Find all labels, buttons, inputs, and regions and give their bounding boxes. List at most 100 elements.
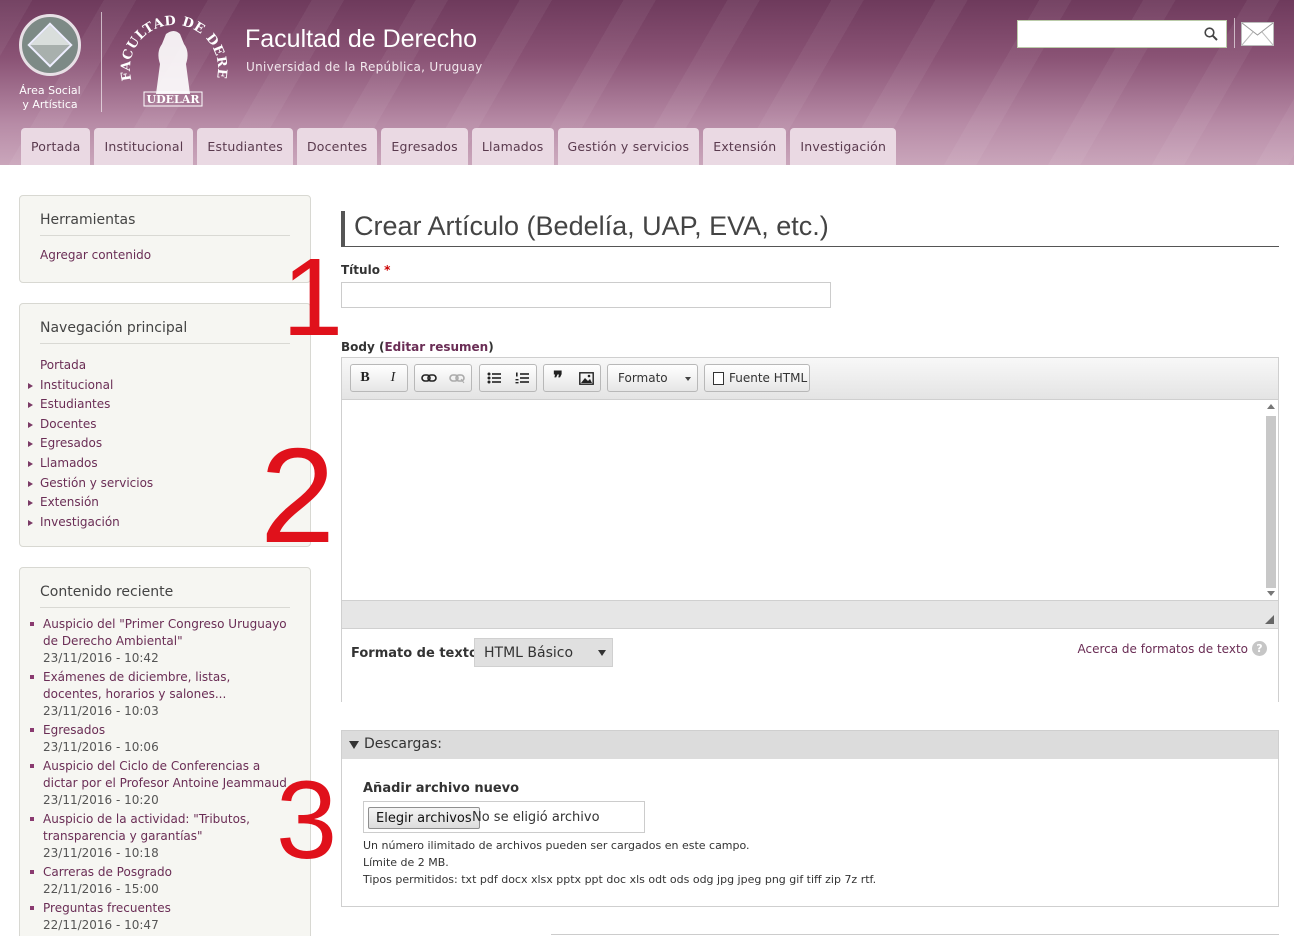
text-format-label: Formato de texto <box>351 646 478 661</box>
cube-logo-icon <box>19 14 81 76</box>
numbered-list-button[interactable] <box>508 365 536 391</box>
help-icon[interactable]: ? <box>1252 641 1267 656</box>
recent-date: 22/11/2016 - 15:00 <box>43 882 159 896</box>
recent-link[interactable]: Preguntas frecuentes <box>43 900 290 917</box>
recent-link[interactable]: Auspicio del Ciclo de Conferencias a dict… <box>43 758 290 792</box>
recent-link[interactable]: Auspicio de la actividad: "Tributos, tran… <box>43 811 290 845</box>
header-separator <box>1234 18 1235 48</box>
blockquote-button[interactable]: ❞ <box>544 365 572 391</box>
tab-investigacion[interactable]: Investigación <box>790 128 897 165</box>
titulo-label: Título * <box>341 263 391 277</box>
recent-date: 22/11/2016 - 10:47 <box>43 918 159 932</box>
html-source-button[interactable]: Fuente HTML <box>704 364 810 392</box>
list-item: Auspicio del Ciclo de Conferencias a dict… <box>30 758 290 808</box>
nav-item-extension[interactable]: Extensión <box>28 493 290 513</box>
link-button[interactable] <box>415 365 443 391</box>
tools-block: Herramientas Agregar contenido <box>19 195 311 283</box>
recent-link[interactable]: Auspicio del "Primer Congreso Uruguayo de… <box>43 616 290 650</box>
nav-item-docentes[interactable]: Docentes <box>28 415 290 435</box>
nav-item-investigacion[interactable]: Investigación <box>28 513 290 533</box>
required-mark: * <box>384 263 391 277</box>
site-title[interactable]: Facultad de Derecho <box>245 25 477 54</box>
recent-date: 23/11/2016 - 10:20 <box>43 793 159 807</box>
recent-title: Contenido reciente <box>40 584 290 608</box>
scroll-up-icon[interactable] <box>1267 404 1275 409</box>
nav-item-llamados[interactable]: Llamados <box>28 454 290 474</box>
page-title: Crear Artículo (Bedelía, UAP, EVA, etc.) <box>354 211 829 241</box>
choose-files-button[interactable]: Elegir archivos <box>368 807 480 829</box>
recent-content-block: Contenido reciente Auspicio del "Primer … <box>19 567 311 936</box>
main-nav-tabs: Portada Institucional Estudiantes Docent… <box>21 128 897 165</box>
body-label: Body (Editar resumen) <box>341 340 494 354</box>
titulo-input[interactable] <box>341 282 831 308</box>
toolbar-group-insert: ❞ <box>543 364 601 392</box>
mail-icon[interactable] <box>1241 22 1274 46</box>
resize-handle-icon[interactable] <box>1265 615 1274 624</box>
editor-toolbar: B I ❞ Formato Fuente HTML <box>342 358 1278 400</box>
bold-button[interactable]: B <box>351 365 379 391</box>
recent-list: Auspicio del "Primer Congreso Uruguayo de… <box>30 616 290 933</box>
downloads-fieldset: Descargas: Añadir archivo nuevo Elegir a… <box>341 730 1279 907</box>
nav-item-egresados[interactable]: Egresados <box>28 434 290 454</box>
tab-llamados[interactable]: Llamados <box>471 128 554 165</box>
bottom-divider <box>551 934 1279 935</box>
unlink-button[interactable] <box>443 365 471 391</box>
italic-button[interactable]: I <box>379 365 407 391</box>
text-format-about-link[interactable]: Acerca de formatos de texto <box>1077 642 1248 656</box>
link-icon <box>421 374 437 382</box>
toolbar-group-basic: B I <box>350 364 408 392</box>
editor-scrollbar[interactable] <box>1264 404 1276 596</box>
quote-icon: ❞ <box>553 367 563 388</box>
editor-statusbar <box>342 600 1278 629</box>
chevron-down-icon <box>685 377 691 381</box>
page-title-bar: Crear Artículo (Bedelía, UAP, EVA, etc.) <box>341 211 1279 247</box>
nav-item-gestion[interactable]: Gestión y servicios <box>28 474 290 494</box>
tools-title: Herramientas <box>40 212 290 236</box>
search-input[interactable] <box>1017 20 1227 48</box>
seal-udelar: UDELAR <box>147 93 201 106</box>
tab-institucional[interactable]: Institucional <box>94 128 194 165</box>
text-format-row: Formato de texto HTML Básico Acerca de f… <box>342 630 1278 702</box>
annotation-2: 2 <box>260 420 336 571</box>
scroll-thumb[interactable] <box>1266 416 1276 588</box>
recent-date: 23/11/2016 - 10:06 <box>43 740 159 754</box>
nav-item-estudiantes[interactable]: Estudiantes <box>28 395 290 415</box>
add-content-link[interactable]: Agregar contenido <box>40 248 151 262</box>
tab-extension[interactable]: Extensión <box>703 128 787 165</box>
recent-link[interactable]: Carreras de Posgrado <box>43 864 290 881</box>
recent-date: 23/11/2016 - 10:03 <box>43 704 159 718</box>
list-item: Auspicio de la actividad: "Tributos, tran… <box>30 811 290 861</box>
recent-date: 23/11/2016 - 10:42 <box>43 651 159 665</box>
tab-gestion[interactable]: Gestión y servicios <box>557 128 700 165</box>
list-item: Egresados 23/11/2016 - 10:06 <box>30 722 290 755</box>
editor-content-area[interactable] <box>342 400 1278 600</box>
image-button[interactable] <box>572 365 600 391</box>
recent-link[interactable]: Egresados <box>43 722 290 739</box>
recent-link[interactable]: Exámenes de diciembre, listas, docentes, … <box>43 669 290 703</box>
bullet-list-button[interactable] <box>480 365 508 391</box>
list-item: Exámenes de diciembre, listas, docentes, … <box>30 669 290 719</box>
upload-description: Un número ilimitado de archivos pueden s… <box>363 839 877 886</box>
main-nav-list: Portada Institucional Estudiantes Docent… <box>28 356 290 533</box>
text-format-select[interactable]: HTML Básico <box>474 638 613 667</box>
tab-estudiantes[interactable]: Estudiantes <box>197 128 293 165</box>
scroll-down-icon[interactable] <box>1267 591 1275 596</box>
tab-egresados[interactable]: Egresados <box>381 128 468 165</box>
nav-item-institucional[interactable]: Institucional <box>28 376 290 396</box>
site-header: Área Socialy Artística FACULTAD DE DEREC… <box>0 0 1294 165</box>
list-item: Auspicio del "Primer Congreso Uruguayo de… <box>30 616 290 666</box>
nav-item-portada[interactable]: Portada <box>40 356 290 376</box>
facultad-seal-logo[interactable]: FACULTAD DE DERECHO UDELAR <box>118 8 228 112</box>
downloads-legend[interactable]: Descargas: <box>342 731 1278 759</box>
format-dropdown[interactable]: Formato <box>607 364 698 392</box>
list-item: Preguntas frecuentes 22/11/2016 - 10:47 <box>30 900 290 933</box>
edit-summary-link[interactable]: Editar resumen <box>384 340 488 354</box>
toolbar-group-lists <box>479 364 537 392</box>
collapse-triangle-icon <box>349 741 359 749</box>
tab-docentes[interactable]: Docentes <box>296 128 378 165</box>
file-upload-field: Elegir archivos No se eligió archivo <box>363 801 645 833</box>
area-social-logo[interactable]: Área Social y Artística <box>17 14 83 112</box>
search-icon[interactable] <box>1204 27 1218 41</box>
tab-portada[interactable]: Portada <box>21 128 91 165</box>
annotation-1: 1 <box>282 236 344 359</box>
